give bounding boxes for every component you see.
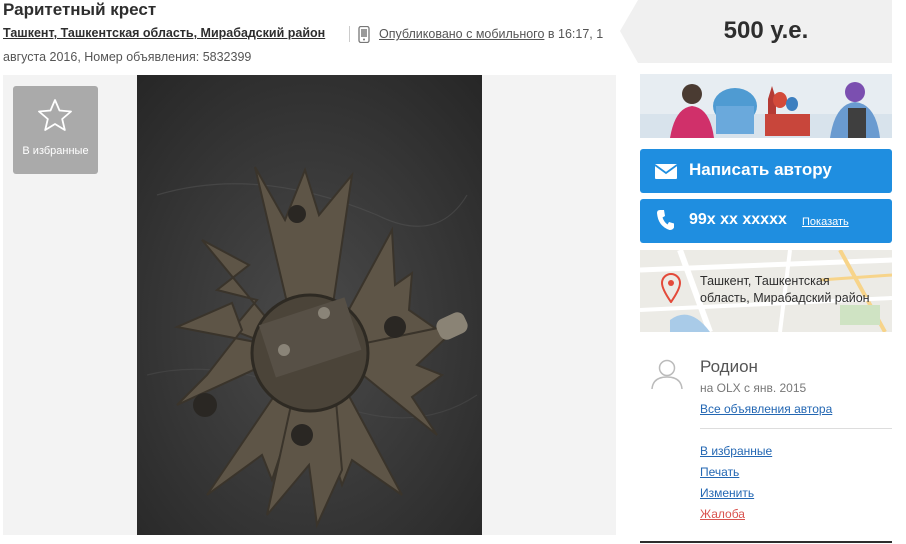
price: 500 у.е. bbox=[723, 17, 809, 44]
listing-title: Раритетный крест bbox=[3, 0, 157, 19]
all-seller-ads-link[interactable]: Все объявления автора bbox=[700, 402, 832, 416]
divider bbox=[640, 541, 892, 543]
seller-since: на OLX с янв. 2015 bbox=[700, 381, 807, 395]
map-location-label: Ташкент, Ташкентская область, Мирабадски… bbox=[700, 274, 870, 305]
write-to-author-label: Написать автору bbox=[689, 160, 832, 179]
price-box-notch bbox=[620, 0, 638, 63]
report-link[interactable]: Жалоба bbox=[700, 507, 745, 521]
star-icon bbox=[37, 98, 73, 137]
seller-name: Родион bbox=[700, 357, 758, 376]
published-time: в 16:17, 1 bbox=[544, 27, 604, 41]
map-pin-icon bbox=[660, 273, 682, 308]
location-link[interactable]: Ташкент, Ташкентская область, Мирабадски… bbox=[3, 26, 325, 40]
mobile-phone-icon bbox=[358, 25, 370, 48]
show-phone-link[interactable]: Показать bbox=[802, 216, 849, 228]
edit-link[interactable]: Изменить bbox=[700, 486, 754, 500]
user-avatar-icon bbox=[650, 358, 684, 395]
listing-photo[interactable] bbox=[137, 75, 482, 535]
print-link[interactable]: Печать bbox=[700, 465, 739, 479]
divider bbox=[349, 26, 350, 42]
published-mobile-link[interactable]: Опубликовано с мобильного bbox=[379, 27, 544, 41]
phone-number: 99x xx xxxxx bbox=[689, 211, 787, 228]
favorites-button-label: В избранные bbox=[22, 145, 89, 157]
published-date-and-id: августа 2016, Номер объявления: 5832399 bbox=[3, 50, 252, 64]
envelope-icon bbox=[654, 164, 678, 184]
divider bbox=[700, 428, 892, 429]
phone-handset-icon bbox=[656, 209, 674, 236]
advertising-banner[interactable] bbox=[640, 74, 892, 138]
add-to-favorites-link[interactable]: В избранные bbox=[700, 444, 772, 458]
published-info: Опубликовано с мобильного в 16:17, 1 bbox=[379, 27, 603, 41]
